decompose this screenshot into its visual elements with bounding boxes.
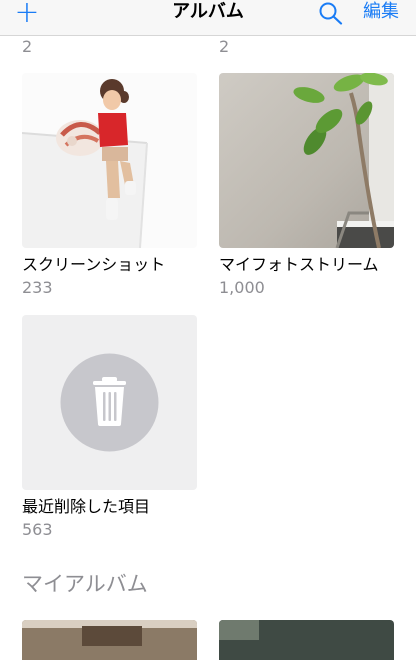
album-name: マイフォトストリーム	[219, 255, 379, 274]
section-title-my-albums: マイアルバム	[22, 572, 148, 596]
album-thumbnail[interactable]	[22, 620, 197, 660]
thumbnail-detail	[82, 626, 142, 646]
album-count: 2	[219, 37, 230, 56]
album-count: 563	[22, 520, 53, 539]
album-thumbnail[interactable]	[219, 620, 394, 660]
navigation-bar: + アルバム 編集	[0, 0, 416, 36]
album-count: 2	[22, 37, 33, 56]
album-count: 233	[22, 278, 53, 297]
album-name: スクリーンショット	[22, 255, 166, 274]
thumbnail-detail	[219, 620, 259, 640]
trash-icon	[60, 353, 159, 452]
figurine-photo	[22, 73, 197, 248]
plant-photo	[219, 73, 394, 248]
album-thumbnail-recently-deleted[interactable]	[22, 315, 197, 490]
search-icon[interactable]	[318, 1, 344, 25]
album-thumbnail-photo-stream[interactable]	[219, 73, 394, 248]
edit-button[interactable]: 編集	[361, 0, 401, 26]
album-count: 1,000	[219, 278, 265, 297]
album-name: 最近削除した項目	[22, 497, 151, 516]
page-title: アルバム	[172, 1, 244, 22]
album-thumbnail-screenshots[interactable]	[22, 73, 197, 248]
